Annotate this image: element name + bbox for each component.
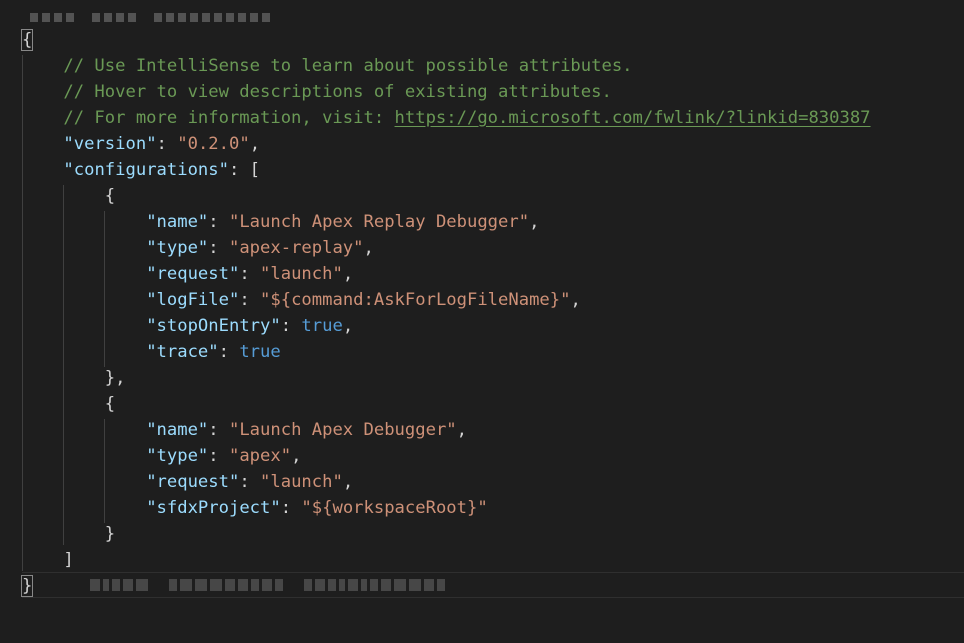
code-token: { [20,29,34,51]
code-token: // Use IntelliSense to learn about possi… [22,56,633,76]
code-line[interactable]: { [22,391,871,417]
code-token: "Launch Apex Debugger" [228,420,457,440]
code-line[interactable]: { [20,27,871,53]
code-token: // For more information, visit: [22,108,395,128]
code-line[interactable]: "type": "apex", [22,443,871,469]
code-token: : [239,290,261,310]
code-line[interactable]: "type": "apex-replay", [22,235,871,261]
code-token: { [22,186,116,206]
code-line[interactable]: // Use IntelliSense to learn about possi… [22,53,871,79]
code-token: ] [22,550,74,570]
code-token: "request" [146,264,240,284]
code-token: : [208,212,229,232]
code-token: "request" [146,472,240,492]
code-token: "type" [146,446,209,466]
code-line[interactable]: "logFile": "${command:AskForLogFileName}… [22,287,871,313]
code-token: , [291,446,302,466]
code-token: , [342,316,354,336]
code-line[interactable]: ] [22,547,871,573]
code-token: } [20,575,34,597]
code-token: "${workspaceRoot}" [301,498,488,518]
code-token: "version" [63,134,157,154]
code-token: : [156,134,178,154]
code-token: , [456,420,467,440]
code-token: : [280,498,302,518]
code-token: "name" [146,420,209,440]
code-token: : [208,446,229,466]
code-token: "trace" [146,342,219,362]
code-token: // Hover to view descriptions of existin… [22,82,612,102]
code-token: "${command:AskForLogFileName}" [260,290,571,310]
code-line[interactable]: "stopOnEntry": true, [22,313,871,339]
code-line[interactable]: "request": "launch", [22,261,871,287]
code-line[interactable]: // Hover to view descriptions of existin… [22,79,871,105]
code-token: true [301,316,343,336]
code-token: "type" [146,238,209,258]
code-token: }, [22,368,126,388]
code-line[interactable]: "version": "0.2.0", [22,131,871,157]
code-token: : [280,316,302,336]
blurred-breadcrumb [30,12,274,22]
code-token: true [239,342,281,362]
code-line[interactable]: { [22,183,871,209]
code-area[interactable]: { // Use IntelliSense to learn about pos… [20,27,871,599]
code-line[interactable]: // For more information, visit: https://… [22,105,871,131]
code-token: , [249,134,261,154]
code-token: , [570,290,581,310]
code-token: : [239,472,261,492]
code-token: : [239,264,261,284]
code-line[interactable]: }, [22,365,871,391]
code-token: "launch" [260,264,343,284]
code-token: , [342,472,354,492]
code-token: "sfdxProject" [146,498,281,518]
code-line[interactable]: "name": "Launch Apex Replay Debugger", [22,209,871,235]
code-token[interactable]: https://go.microsoft.com/fwlink/?linkid=… [395,108,871,128]
code-token: "0.2.0" [177,134,250,154]
code-token: , [529,212,540,232]
code-token: { [22,394,116,414]
code-token: "name" [146,212,209,232]
code-token: "apex-replay" [228,238,364,258]
code-token: , [342,264,354,284]
code-token: : [218,342,240,362]
code-line[interactable]: "sfdxProject": "${workspaceRoot}" [22,495,871,521]
code-token: } [22,524,116,544]
code-token: , [363,238,374,258]
code-token: "apex" [228,446,292,466]
code-token: "stopOnEntry" [146,316,281,336]
code-token: : [208,420,229,440]
code-line[interactable]: "request": "launch", [22,469,871,495]
code-line[interactable]: "name": "Launch Apex Debugger", [22,417,871,443]
code-token: "logFile" [146,290,240,310]
code-token: "launch" [260,472,343,492]
code-token: : [208,238,229,258]
code-line[interactable]: "configurations": [ [22,157,871,183]
code-line[interactable]: } [22,521,871,547]
code-editor[interactable]: { // Use IntelliSense to learn about pos… [0,0,964,643]
code-line[interactable]: "trace": true [22,339,871,365]
code-token: : [ [228,160,261,180]
blurred-inline-hint [90,578,448,592]
code-token: "Launch Apex Replay Debugger" [228,212,530,232]
code-token: "configurations" [63,160,229,180]
